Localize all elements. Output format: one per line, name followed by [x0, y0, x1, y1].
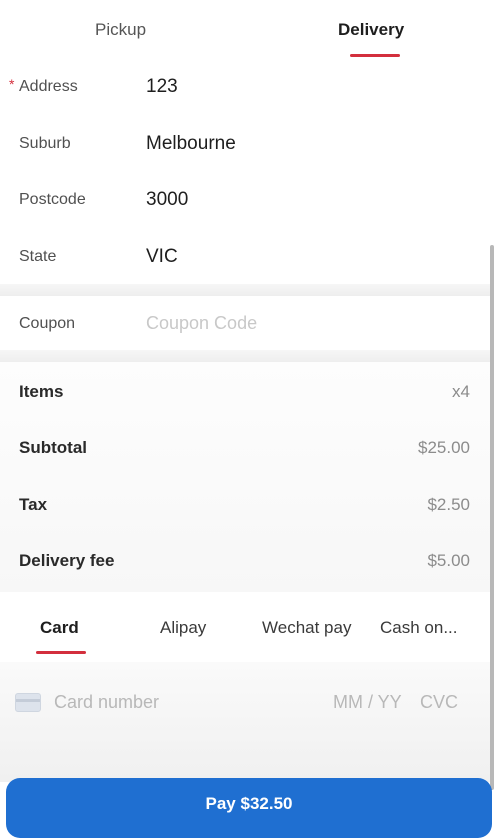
- credit-card-icon: [15, 693, 41, 712]
- subtotal-label: Subtotal: [19, 438, 87, 457]
- state-label: State: [19, 248, 57, 265]
- suburb-row: Suburb Melbourne: [0, 133, 490, 191]
- tax-value: $2.50: [427, 495, 470, 514]
- items-label: Items: [19, 382, 64, 401]
- tax-label: Tax: [19, 495, 48, 514]
- state-field[interactable]: VIC: [146, 246, 178, 268]
- tab-alipay[interactable]: Alipay: [160, 618, 206, 638]
- delivery-fee-value: $5.00: [427, 551, 470, 570]
- section-divider: [0, 284, 490, 296]
- fulfilment-tabs: Pickup Delivery: [0, 0, 499, 60]
- address-field[interactable]: 123: [146, 76, 178, 98]
- card-number-input[interactable]: Card number: [54, 692, 159, 713]
- address-label: Address: [19, 78, 78, 95]
- payment-method-tabs: Card Alipay Wechat pay Cash on...: [0, 592, 490, 662]
- active-payment-indicator: [36, 651, 86, 654]
- coupon-input[interactable]: Coupon Code: [146, 313, 257, 334]
- card-entry: Card number MM / YY CVC: [0, 662, 490, 782]
- cvc-input[interactable]: CVC: [420, 692, 458, 713]
- tab-pickup[interactable]: Pickup: [95, 20, 146, 40]
- coupon-label: Coupon: [19, 315, 76, 332]
- postcode-label: Postcode: [19, 191, 86, 208]
- tab-wechat-pay[interactable]: Wechat pay: [262, 618, 351, 638]
- expiry-input[interactable]: MM / YY: [333, 692, 402, 713]
- scrollbar[interactable]: [490, 245, 494, 790]
- subtotal-value: $25.00: [418, 438, 470, 457]
- items-value: x4: [452, 382, 470, 401]
- address-row: * Address 123: [0, 76, 490, 134]
- delivery-fee-label: Delivery fee: [19, 551, 115, 570]
- tab-card[interactable]: Card: [40, 618, 79, 638]
- postcode-field[interactable]: 3000: [146, 189, 188, 211]
- suburb-field[interactable]: Melbourne: [146, 133, 236, 155]
- pay-button-label: Pay $32.50: [205, 794, 293, 813]
- tab-cash-on-delivery[interactable]: Cash on...: [380, 618, 458, 638]
- order-summary: Items x4 Subtotal $25.00 Tax $2.50 Deliv…: [0, 362, 490, 592]
- pay-button[interactable]: Pay $32.50: [6, 778, 492, 838]
- active-tab-indicator: [350, 54, 400, 57]
- postcode-row: Postcode 3000: [0, 189, 490, 247]
- required-marker: *: [9, 76, 15, 92]
- section-divider: [0, 350, 490, 362]
- suburb-label: Suburb: [19, 135, 71, 152]
- tab-delivery[interactable]: Delivery: [338, 20, 404, 40]
